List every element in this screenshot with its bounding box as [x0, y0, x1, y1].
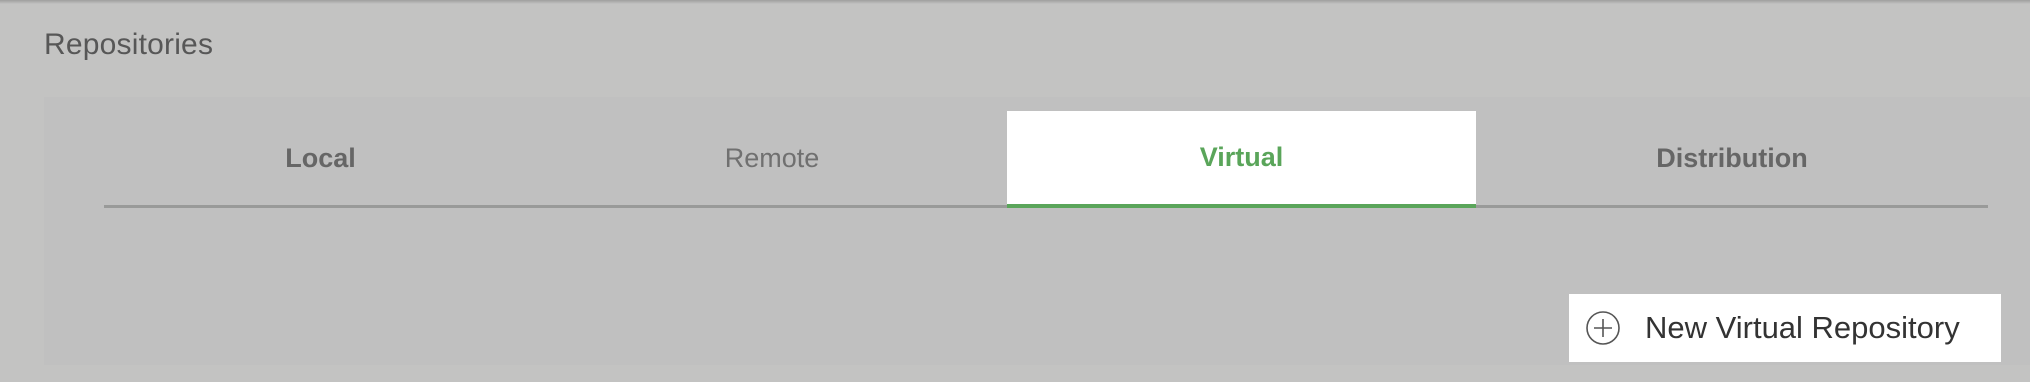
tab-remote[interactable]: Remote	[537, 111, 1007, 205]
repository-tabs: Local Remote Virtual Distribution	[104, 111, 1988, 208]
new-virtual-repository-label: New Virtual Repository	[1645, 310, 1960, 345]
new-virtual-repository-button[interactable]: New Virtual Repository	[1569, 294, 2001, 362]
page-title: Repositories	[44, 28, 214, 61]
tab-local[interactable]: Local	[104, 111, 537, 205]
plus-circle-icon	[1585, 310, 1621, 346]
tab-virtual[interactable]: Virtual	[1007, 111, 1476, 208]
top-shadow	[0, 0, 2030, 4]
tab-distribution[interactable]: Distribution	[1476, 111, 1988, 205]
